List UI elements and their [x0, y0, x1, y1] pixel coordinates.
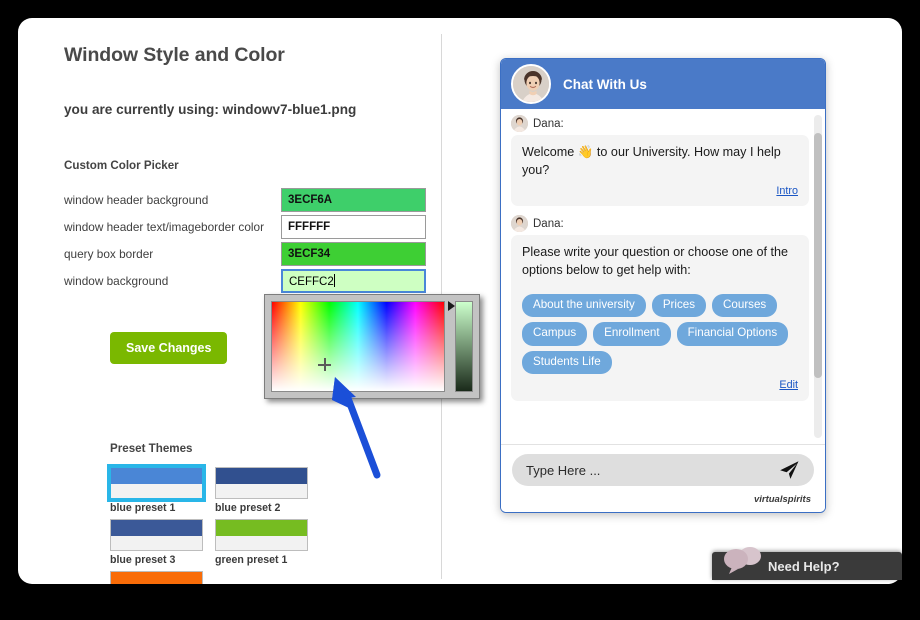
preset-theme-blue-2[interactable]: blue preset 2 — [215, 467, 310, 514]
input-window-header-background[interactable]: 3ECF6A — [281, 188, 426, 212]
preset-body-area — [111, 536, 202, 550]
chat-title: Chat With Us — [563, 76, 647, 92]
chip-prices[interactable]: Prices — [651, 293, 707, 318]
preset-theme-blue-1[interactable]: blue preset 1 — [107, 464, 206, 514]
avatar-small-icon — [511, 115, 528, 132]
brightness-slider[interactable] — [455, 301, 473, 392]
field-label-header-background: window header background — [64, 193, 209, 207]
current-theme-text: you are currently using: windowv7-blue1.… — [64, 102, 357, 117]
save-changes-button[interactable]: Save Changes — [110, 332, 228, 364]
chip-campus[interactable]: Campus — [522, 322, 588, 346]
message-sender-row: Dana: — [511, 215, 809, 233]
preset-label: green preset 1 — [215, 554, 288, 566]
preset-label: blue preset 3 — [110, 554, 176, 566]
input-window-header-text-color[interactable]: FFFFFF — [281, 215, 426, 239]
color-field-row: window header background 3ECF6A — [64, 188, 440, 212]
avatar-photo-icon — [513, 66, 549, 102]
message-bubble: Welcome 👋 to our University. How may I h… — [511, 135, 809, 207]
chat-scrollbar[interactable] — [814, 115, 822, 438]
preset-body-area — [111, 484, 202, 498]
preset-label: blue preset 2 — [215, 502, 281, 514]
color-field-row: query box border 3ECF34 — [64, 242, 440, 266]
text-caret — [333, 274, 335, 287]
chat-input-box[interactable]: Type Here ... — [512, 454, 814, 486]
chat-bubbles-icon — [724, 547, 761, 574]
preset-thumbnail[interactable] — [215, 467, 308, 499]
chip-students-life[interactable]: Students Life — [522, 350, 612, 375]
preset-thumbnail[interactable] — [110, 571, 203, 584]
preset-body-area — [216, 536, 307, 550]
chat-message-list: Dana: Welcome 👋 to our University. How m… — [501, 109, 825, 444]
input-window-background[interactable]: CEFFC2 — [281, 269, 426, 293]
message-sender-row: Dana: — [511, 115, 809, 132]
chip-about-the-university[interactable]: About the university — [522, 293, 646, 318]
message-link-intro[interactable]: Intro — [522, 184, 798, 199]
sender-name: Dana: — [533, 217, 564, 230]
preset-themes-section: Preset Themes blue preset 1 blue preset … — [107, 442, 360, 584]
chip-courses[interactable]: Courses — [712, 293, 778, 318]
chat-widget: Chat With Us Dana: Welcome 👋 to our Univ… — [500, 58, 826, 513]
sender-name: Dana: — [533, 117, 564, 130]
color-field-row: window header text/imageborder color FFF… — [64, 215, 440, 239]
message-link-edit[interactable]: Edit — [522, 378, 798, 393]
chat-header: Chat With Us — [501, 59, 825, 109]
chat-message: Dana: Welcome 👋 to our University. How m… — [511, 115, 809, 207]
color-field-row: window background CEFFC2 — [64, 269, 440, 293]
page-title: Window Style and Color — [64, 44, 285, 66]
color-field-list: window header background 3ECF6A window h… — [64, 188, 440, 293]
preset-body-area — [216, 484, 307, 498]
quick-reply-chips: About the university Prices Courses Camp… — [522, 293, 798, 375]
chip-enrollment[interactable]: Enrollment — [593, 322, 671, 346]
settings-panel: Window Style and Color you are currently… — [64, 30, 440, 584]
agent-avatar — [511, 64, 551, 104]
preset-header-bar — [111, 520, 202, 536]
send-glyph — [780, 461, 799, 479]
sender-avatar-icon — [511, 115, 528, 132]
input-query-box-border[interactable]: 3ECF34 — [281, 242, 426, 266]
field-label-query-box-border: query box border — [64, 247, 154, 261]
saturation-value-gradient[interactable] — [271, 301, 445, 392]
sender-avatar-icon — [511, 215, 528, 233]
chat-scrollbar-thumb[interactable] — [814, 133, 822, 378]
paper-plane-icon[interactable] — [778, 459, 800, 481]
preset-themes-grid: blue preset 1 blue preset 2 blue preset … — [107, 464, 360, 584]
field-label-header-text-color: window header text/imageborder color — [64, 220, 264, 234]
avatar-small-icon — [511, 215, 528, 233]
preset-header-bar — [111, 468, 202, 484]
slider-pointer-icon — [448, 301, 455, 311]
preset-thumbnail[interactable] — [110, 519, 203, 551]
message-text: Please write your question or choose one… — [522, 245, 789, 277]
message-text: Welcome 👋 to our University. How may I h… — [522, 145, 781, 177]
custom-color-picker-label: Custom Color Picker — [64, 159, 179, 172]
brightness-slider-wrap[interactable] — [448, 301, 473, 392]
brand-label: virtualspirits — [753, 494, 811, 505]
need-help-tab[interactable]: Need Help? — [712, 547, 902, 580]
color-picker-popup[interactable] — [264, 294, 480, 399]
preset-themes-title: Preset Themes — [110, 442, 193, 455]
preset-theme-blue-3[interactable]: blue preset 3 — [110, 519, 205, 566]
chat-input-placeholder[interactable]: Type Here ... — [526, 463, 778, 478]
preset-thumbnail[interactable] — [215, 519, 308, 551]
color-crosshair-icon — [318, 358, 331, 371]
preset-thumbnail[interactable] — [107, 464, 206, 502]
preset-theme-orange-1[interactable] — [110, 571, 205, 584]
chat-footer: Type Here ... virtualspirits — [501, 444, 825, 512]
preset-header-bar — [216, 520, 307, 536]
message-bubble: Please write your question or choose one… — [511, 235, 809, 401]
chip-financial-options[interactable]: Financial Options — [676, 322, 789, 346]
preset-header-bar — [216, 468, 307, 484]
page-card: Window Style and Color you are currently… — [18, 18, 902, 584]
chat-message: Dana: Please write your question or choo… — [511, 215, 809, 401]
screenshot-root: Window Style and Color you are currently… — [0, 0, 920, 620]
preset-header-bar — [111, 572, 202, 584]
need-help-label: Need Help? — [768, 558, 840, 574]
field-label-window-background: window background — [64, 274, 169, 288]
preset-theme-green-1[interactable]: green preset 1 — [215, 519, 310, 566]
input-window-background-value: CEFFC2 — [289, 276, 334, 288]
preset-label: blue preset 1 — [110, 502, 176, 514]
